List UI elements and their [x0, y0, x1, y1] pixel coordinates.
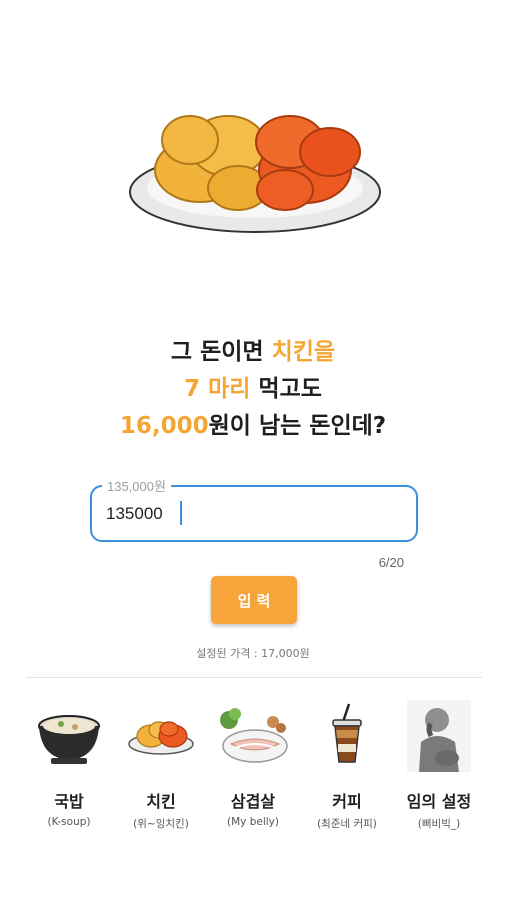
category-subtitle: (최준네 커피)	[317, 818, 377, 830]
category-name: 커피	[332, 792, 362, 811]
category-name: 삼겹살	[230, 792, 276, 811]
category-subtitle: (삐비빅_)	[417, 818, 461, 830]
category-samgyeopsal[interactable]: 삼겹살 (My belly)	[203, 700, 303, 828]
headline-text: 원이 남는 돈인데?	[208, 413, 387, 439]
headline-line-2: 7 마리 먹고도	[0, 371, 506, 408]
submit-button[interactable]: 입 력	[211, 576, 297, 624]
text-cursor	[180, 501, 182, 525]
headline-line-1: 그 돈이면 치킨을	[0, 334, 506, 371]
thinking-statue-icon	[407, 700, 471, 772]
chicken-plate-icon	[128, 721, 194, 755]
amount-field[interactable]: 135,000원	[90, 476, 418, 542]
fried-chicken-plate-icon	[129, 115, 381, 233]
result-headline: 그 돈이면 치킨을 7 마리 먹고도 16,000원이 남는 돈인데?	[0, 334, 506, 445]
category-subtitle: (K-soup)	[47, 816, 91, 828]
amount-input[interactable]	[106, 501, 396, 527]
character-counter: 6/20	[378, 555, 404, 570]
category-subtitle: (My belly)	[227, 816, 279, 828]
category-name: 치킨	[146, 792, 176, 811]
amount-field-label: 135,000원	[102, 476, 171, 495]
headline-count-highlight: 7 마리	[184, 376, 251, 402]
category-name: 임의 설정	[406, 792, 472, 811]
iced-coffee-cup-icon	[332, 703, 362, 763]
set-price-note: 설정된 가격 : 17,000원	[196, 647, 310, 660]
category-subtitle: (위~잉치킨)	[133, 818, 189, 830]
category-gukbap[interactable]: 국밥 (K-soup)	[19, 700, 119, 828]
category-name: 국밥	[54, 792, 84, 811]
divider	[26, 677, 482, 678]
category-chicken[interactable]: 치킨 (위~잉치킨)	[111, 700, 211, 831]
headline-text: 먹고도	[250, 376, 322, 402]
headline-line-3: 16,000원이 남는 돈인데?	[0, 408, 506, 445]
category-custom[interactable]: 임의 설정 (삐비빅_)	[389, 700, 489, 831]
gukbap-bowl-icon	[38, 715, 100, 764]
category-coffee[interactable]: 커피 (최준네 커피)	[297, 700, 397, 831]
headline-item-highlight: 치킨을	[271, 339, 336, 365]
category-list: 국밥 (K-soup) 치킨 (위~잉치킨) 삼겹살 (My belly) 커피…	[0, 700, 506, 850]
headline-remainder-highlight: 16,000	[119, 413, 209, 439]
headline-text: 그 돈이면	[170, 339, 272, 365]
pork-belly-plate-icon	[220, 708, 288, 763]
